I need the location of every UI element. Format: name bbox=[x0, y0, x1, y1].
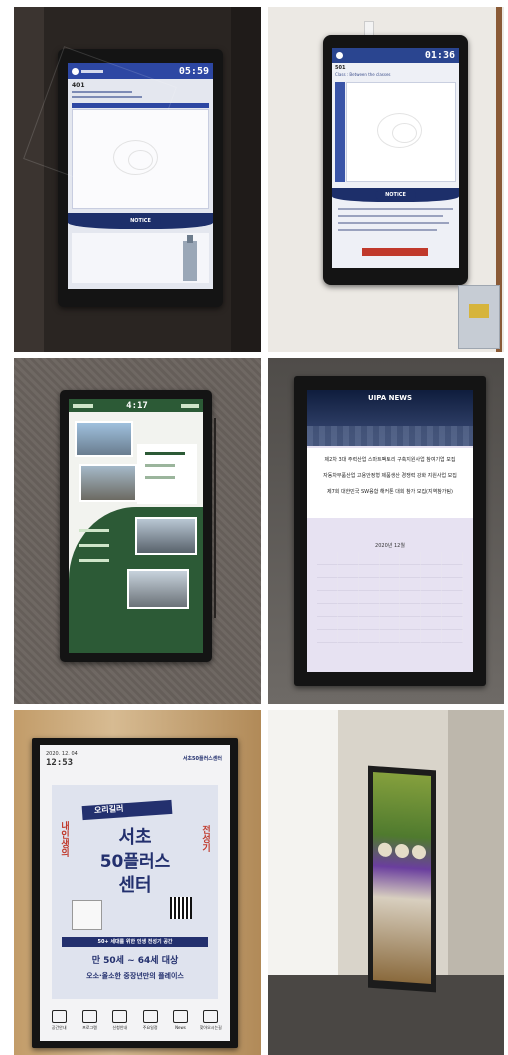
photo-panel-2: 01:36 501 Class : Between the classes NO… bbox=[268, 7, 504, 352]
clock: 05:59 bbox=[178, 65, 209, 77]
poster-title-2: 50플러스 bbox=[99, 852, 171, 872]
display-screen: 4:17 bbox=[69, 399, 203, 653]
news-header: UIPA NEWS bbox=[367, 394, 413, 402]
schedule-area bbox=[346, 82, 456, 182]
display-screen: 01:36 501 Class : Between the classes NO… bbox=[332, 48, 459, 268]
menu-item-news[interactable]: News bbox=[165, 1005, 195, 1035]
notice-label: NOTICE bbox=[120, 217, 161, 225]
room-number: 501 bbox=[335, 65, 346, 71]
poster-ribbon: 오리길러 bbox=[93, 803, 124, 816]
display-bezel: 2020. 12. 04 12:53 서초50플러스센터 오리길러 내인생의 전… bbox=[32, 738, 238, 1048]
clock: 12:53 bbox=[46, 758, 74, 768]
building-photo bbox=[75, 421, 133, 457]
class-line: Class : Between the classes bbox=[335, 72, 391, 77]
display-bezel: 4:17 bbox=[60, 390, 212, 662]
poster: 오리길러 내인생의 전성기 서초 50플러스 센터 50+ 세대를 위한 인생 … bbox=[52, 785, 218, 999]
news-item: 제2차 3대 주력산업 스마트팩토리 구축지원사업 참여기업 모집 bbox=[324, 457, 456, 463]
clock: 01:36 bbox=[424, 50, 455, 61]
menu-item-space[interactable]: 공간안내 bbox=[44, 1005, 74, 1035]
display-bezel: UIPA NEWS 제2차 3대 주력산업 스마트팩토리 구축지원사업 참여기업… bbox=[294, 376, 486, 686]
menu-list bbox=[137, 444, 197, 504]
menu-item-program[interactable]: 프로그램 bbox=[74, 1005, 104, 1035]
news-list: 제2차 3대 주력산업 스마트팩토리 구축지원사업 참여기업 모집 자동차부품산… bbox=[307, 448, 473, 518]
poster-bottom: 오소·올소한 중장년만의 플레이스 bbox=[86, 972, 184, 980]
calendar-grid bbox=[317, 552, 464, 643]
header-bar: 01:36 bbox=[332, 48, 459, 63]
photo-panel-4: UIPA NEWS 제2차 3대 주력산업 스마트팩토리 구축지원사업 참여기업… bbox=[268, 358, 504, 704]
news-item: 자동차부품산업 고용안정형 제품생산 경쟁력 강화 지원사업 모집 bbox=[323, 473, 457, 479]
poster-title-1: 서초 bbox=[118, 827, 152, 848]
menu-bar: 공간안내 프로그램 신청안내 주요일정 News 찾아오시는길 bbox=[44, 1005, 226, 1035]
logo-icon bbox=[336, 52, 343, 59]
photo-panel-5: 2020. 12. 04 12:53 서초50플러스센터 오리길러 내인생의 전… bbox=[14, 710, 261, 1055]
display-bezel: 01:36 501 Class : Between the classes NO… bbox=[323, 35, 468, 285]
calendar-icon bbox=[142, 1009, 158, 1023]
display-bezel bbox=[368, 765, 436, 993]
display-screen: UIPA NEWS 제2차 3대 주력산업 스마트팩토리 구축지원사업 참여기업… bbox=[307, 390, 473, 672]
header-bar: 4:17 bbox=[69, 399, 203, 412]
poster-title-3: 센터 bbox=[118, 875, 152, 896]
date-text: 2020. 12. 04 bbox=[46, 751, 78, 757]
display-screen bbox=[373, 771, 431, 985]
photo-panel-6 bbox=[268, 710, 504, 1055]
photo-panel-1: 05:59 401 NOTICE bbox=[14, 7, 261, 352]
poster-range: 만 50세 ~ 64세 대상 bbox=[91, 956, 179, 966]
list-icon bbox=[112, 1009, 128, 1023]
poster-subtitle: 50+ 세대를 위한 인생 전성기 공간 bbox=[97, 939, 173, 945]
news-item: 제7회 대한민국 SW융합 해커톤 대회 참가 모집(지역참가팀) bbox=[327, 489, 453, 495]
laptop-icon bbox=[81, 1009, 97, 1023]
notice-area bbox=[72, 233, 209, 283]
menu-item-directions[interactable]: 찾아오시는길 bbox=[196, 1005, 226, 1035]
building-photo bbox=[135, 517, 197, 555]
stairs-icon bbox=[51, 1009, 67, 1023]
menu-item-apply[interactable]: 신청안내 bbox=[105, 1005, 135, 1035]
building-photo bbox=[79, 464, 137, 502]
display-screen: 2020. 12. 04 12:53 서초50플러스센터 오리길러 내인생의 전… bbox=[40, 745, 230, 1041]
notice-label: NOTICE bbox=[375, 191, 416, 199]
photo-panel-3: 4:17 bbox=[14, 358, 261, 704]
news-icon bbox=[172, 1010, 188, 1023]
menu-item-schedule[interactable]: 주요일정 bbox=[135, 1005, 165, 1035]
clock: 4:17 bbox=[126, 400, 148, 411]
building-photo bbox=[127, 569, 189, 609]
calendar-title: 2020년 12월 bbox=[375, 543, 405, 549]
card-reader bbox=[458, 285, 500, 349]
map-pin-icon bbox=[203, 1009, 219, 1023]
brand-logo: 서초50플러스센터 bbox=[182, 756, 222, 762]
news-banner: UIPA NEWS bbox=[307, 390, 473, 446]
qr-code bbox=[170, 897, 192, 919]
